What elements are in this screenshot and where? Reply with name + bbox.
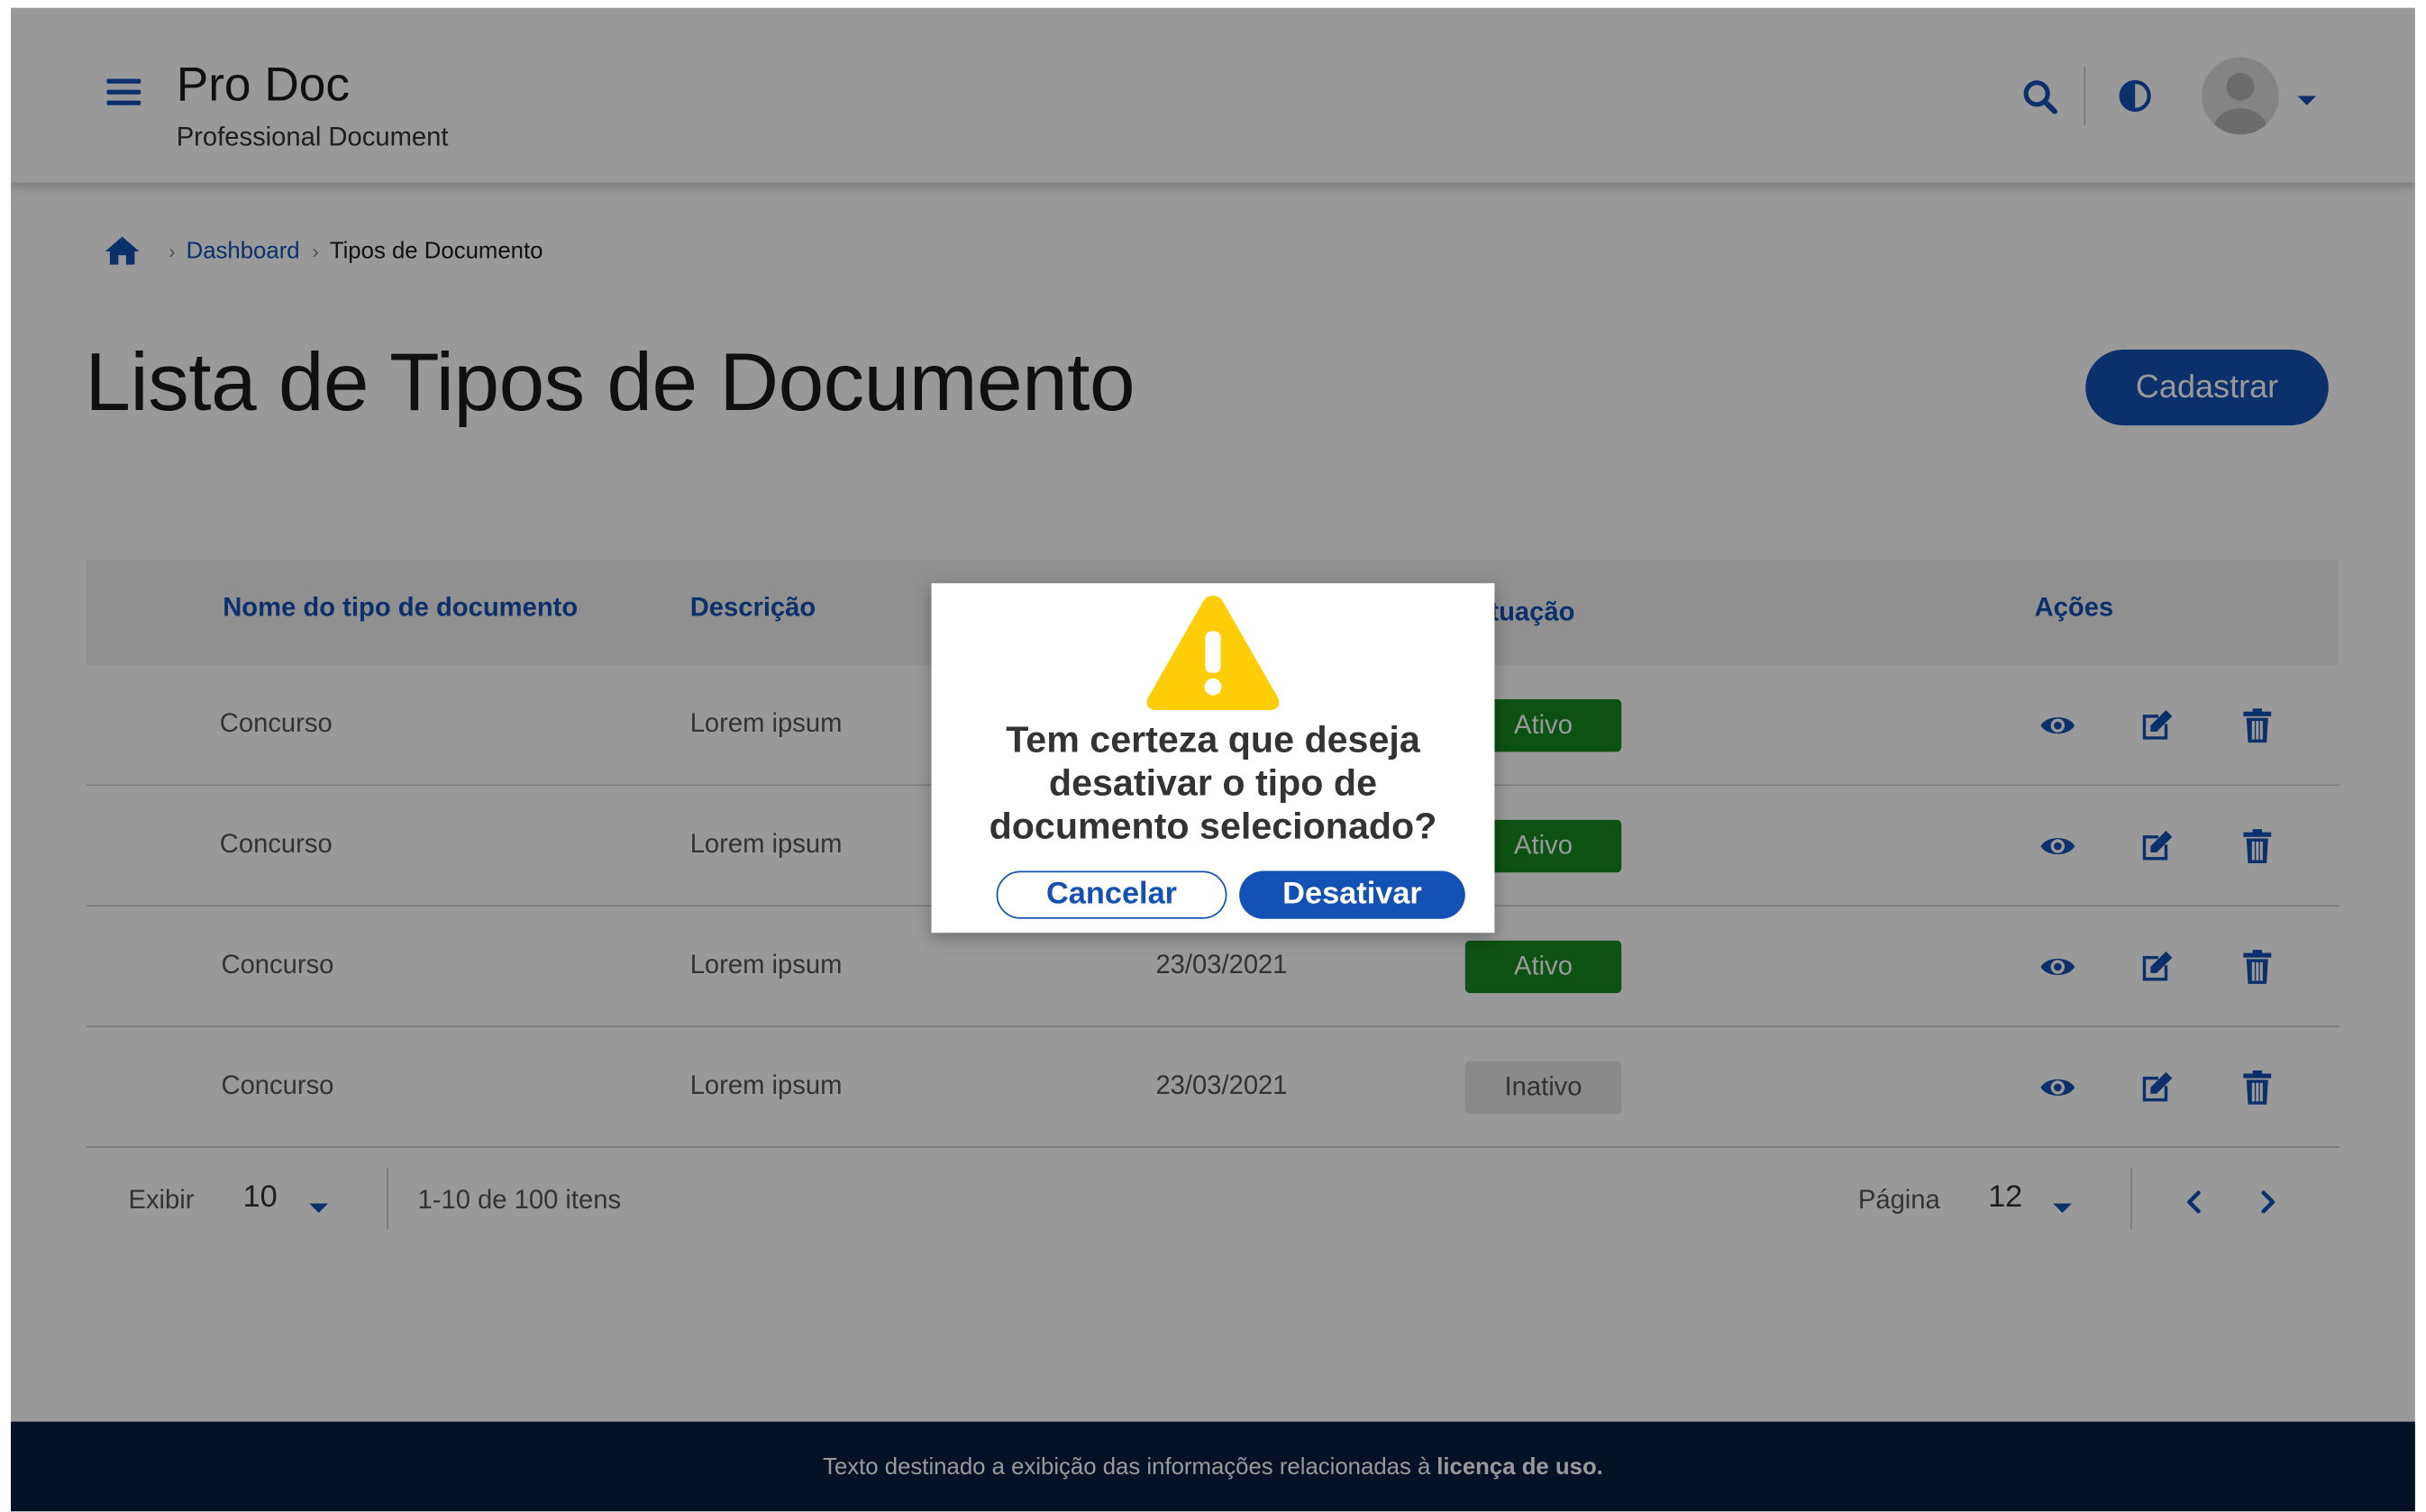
confirm-dialog: Tem certeza que deseja desativar o tipo … — [931, 583, 1495, 934]
cancel-button[interactable]: Cancelar — [996, 870, 1227, 919]
deactivate-button[interactable]: Desativar — [1239, 870, 1465, 919]
dialog-message: Tem certeza que deseja desativar o tipo … — [989, 719, 1437, 848]
page: Pro Doc Professional Document › Dashboar… — [11, 7, 2415, 1512]
warning-icon — [1142, 589, 1284, 713]
